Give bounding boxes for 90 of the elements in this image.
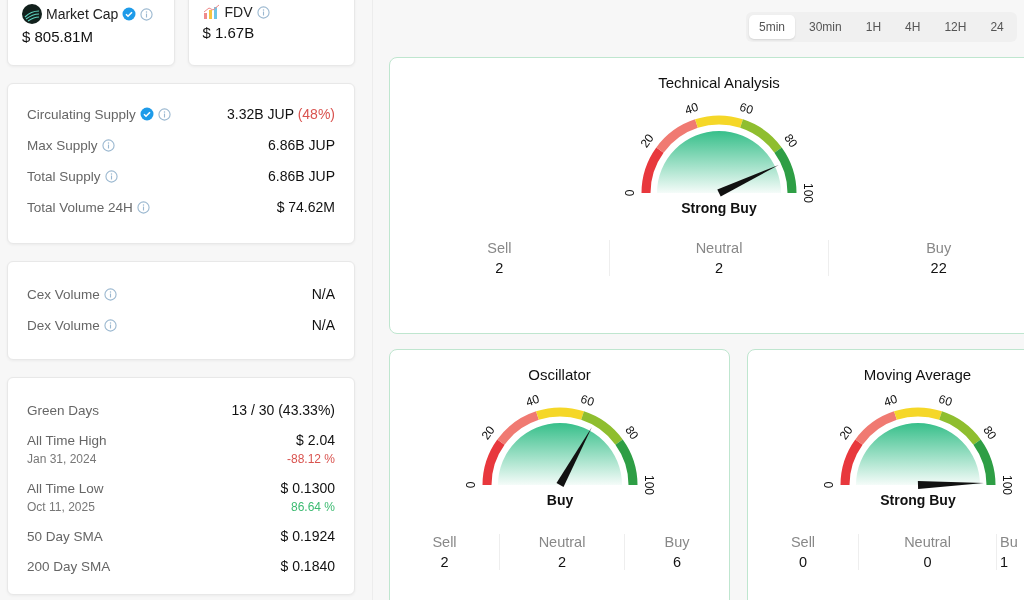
gauge-tick-label: 20 [637,131,657,151]
signal-count-value: 0 [923,554,932,570]
gauge-title: Moving Average [863,366,972,383]
gauge-title: Oscillator [528,366,591,383]
gauge-tick-label: 20 [478,423,498,443]
signal-count-value: 6 [672,554,682,570]
stat-label: All Time High [27,432,107,448]
bar-chart-icon [202,4,221,20]
stat-value: 6.86B JUP [268,168,335,184]
gauge-needle [556,427,592,487]
signal-count-label: Neutral [904,534,951,550]
stat-date: Oct 11, 2025 [27,500,95,514]
gauge-tick-label: 0 [623,189,638,197]
info-icon[interactable] [157,107,171,121]
gauge-tick-label: 0 [463,481,478,489]
gauge-tick-label: 100 [800,183,815,203]
signal-count-value: 0 [798,554,808,570]
gauge-tick-label: 40 [523,395,541,410]
signal-count-value: 2 [495,260,504,276]
stat-value: 6.86B JUP [268,137,335,153]
timeframe-tab[interactable]: 1H [855,15,892,39]
stat-value: N/A [311,286,335,302]
gauge-tick-label: 100 [999,475,1014,495]
signal-count-label: Sell [487,240,512,256]
signal-count-label: Sell [432,534,457,550]
timeframe-tab[interactable]: 12H [934,15,977,39]
stat-label: Green Days [27,402,100,418]
gauge-tick-label: 40 [881,395,899,410]
timeframe-tab[interactable]: 5min [749,15,795,39]
stat-value: N/A [311,317,335,333]
signal-count-value: 2 [440,554,449,570]
signal-count-label: Bu [1000,534,1018,550]
stat-value: $ 2.04 [296,432,335,448]
stat-label: FDV [224,4,253,20]
stat-label: Total Supply [27,168,101,184]
stat-label: Cex Volume [27,286,100,302]
stat-label: 200 Day SMA [27,558,111,574]
info-icon[interactable] [136,200,150,214]
stat-date: Jan 31, 2024 [27,452,97,466]
stat-label: Total Volume 24H [27,199,133,215]
stat-value: $ 0.1840 [280,558,335,574]
signal-count-value: 2 [557,554,567,570]
stat-label: Circulating Supply [27,106,136,122]
stat-value: $ 0.1300 [280,480,335,496]
signal-count-label: Buy [664,534,690,550]
stat-value: 13 / 30 (43.33%) [231,402,335,418]
gauge-needle [717,164,779,197]
gauge-tick-label: 20 [836,423,856,443]
metric-value: $ 1.67B [202,24,256,41]
stat-label: Market Cap [46,6,119,22]
info-icon[interactable] [103,318,117,332]
stat-value: $ 0.1924 [280,528,335,544]
stat-change: -88.12 % [286,452,335,466]
gauge-reading: Strong Buy [681,200,757,216]
gauge-tick-label: 0 [821,481,836,489]
gauge-tick-label: 60 [578,395,596,410]
stat-value: $ 74.62M [276,199,335,215]
stat-label: Max Supply [27,137,98,153]
gauge-tick-label: 80 [621,423,641,443]
info-icon[interactable] [256,5,270,19]
gauge-tick-label: 60 [936,395,954,410]
signal-count-value: 22 [930,260,947,276]
timeframe-tab[interactable]: 4H [895,15,931,39]
gauge-tick-label: 80 [979,423,999,443]
signal-count-value: 1 [1000,554,1009,570]
gauge-tick-label: 40 [683,103,701,118]
gauge-reading: Strong Buy [879,492,956,508]
stat-change: 86.64 % [290,500,335,514]
signal-count-label: Buy [926,240,952,256]
metric-value: $ 805.81M [22,28,94,45]
info-icon[interactable] [103,287,117,301]
signal-count-label: Sell [790,534,816,550]
stat-label: 50 Day SMA [27,528,103,544]
gauge-title: Technical Analysis [658,74,780,91]
signal-count-label: Neutral [538,534,586,550]
signal-count-label: Neutral [695,240,743,256]
stat-label: All Time Low [27,480,104,496]
token-logo-icon [22,4,42,24]
signal-count-value: 2 [714,260,724,276]
timeframe-tab[interactable]: 30min [799,15,852,39]
info-icon[interactable] [104,169,118,183]
gauge-tick-label: 80 [781,131,801,151]
info-icon[interactable] [140,7,154,21]
timeframe-tab[interactable]: 24 [980,15,1014,39]
stat-label: Dex Volume [27,317,100,333]
info-icon[interactable] [101,138,115,152]
gauge-reading: Buy [546,492,573,508]
gauge-tick-label: 60 [737,103,755,118]
gauge-tick-label: 100 [641,475,656,495]
stat-value: 3.32B JUP (48%) [227,106,335,122]
